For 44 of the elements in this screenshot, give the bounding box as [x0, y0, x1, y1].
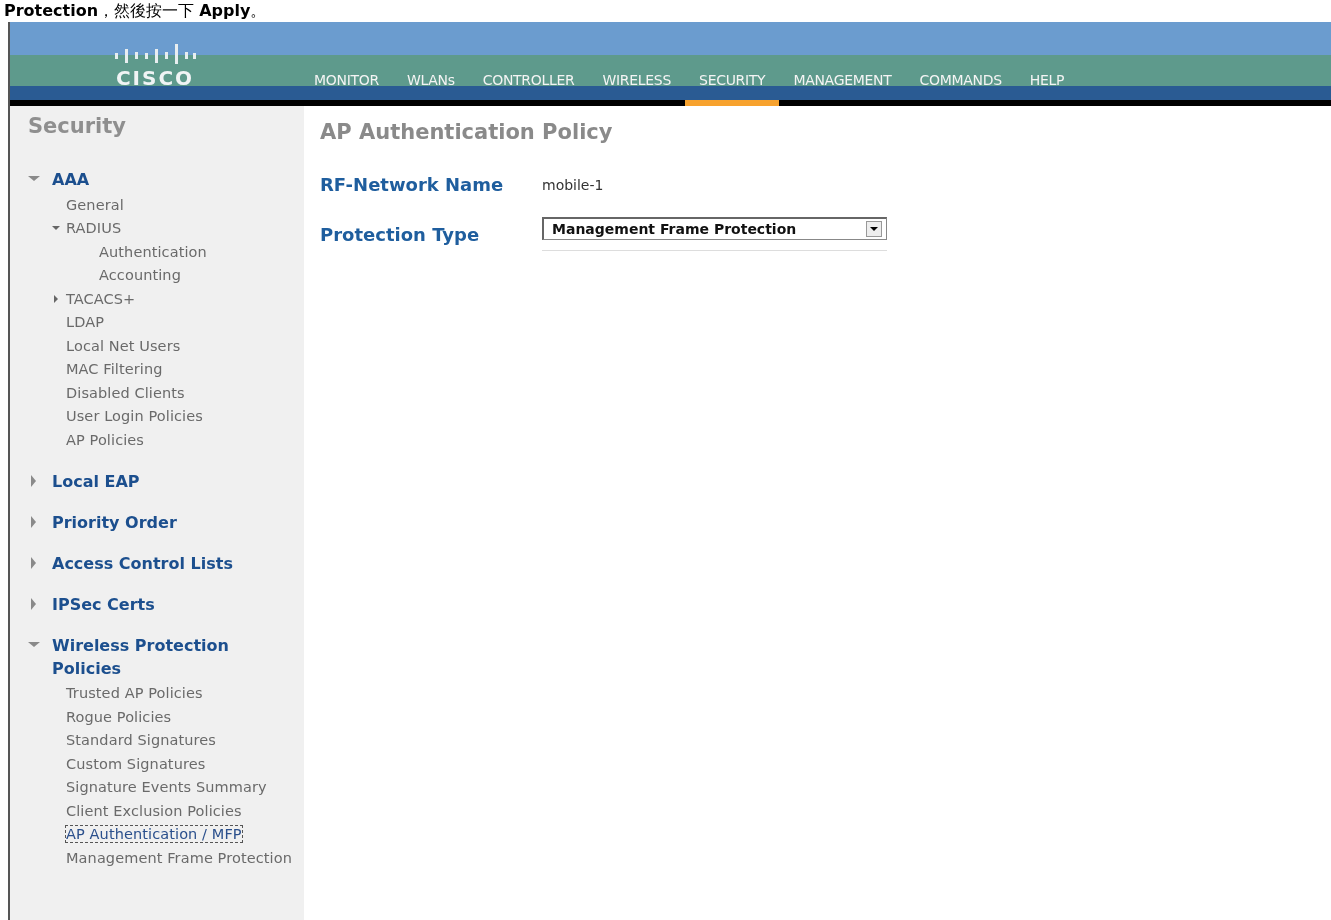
menu-tab[interactable]: SECURITY — [685, 72, 780, 106]
menu-tab[interactable]: WIRELESS — [588, 72, 686, 106]
sidebar-link[interactable]: Accounting — [99, 267, 181, 284]
sidebar-link[interactable]: Trusted AP Policies — [66, 685, 203, 702]
sidebar-link[interactable]: RADIUS — [66, 220, 122, 237]
protection-type-dropdown[interactable]: Management Frame Protection — [542, 217, 887, 240]
sidebar-link[interactable]: General — [66, 196, 124, 213]
sidebar-title: Security — [28, 114, 128, 138]
sidebar-section[interactable]: Access Control Lists — [52, 551, 233, 575]
caption-text: Protection，然後按一下 Apply。 — [4, 1, 267, 20]
sidebar-link[interactable]: LDAP — [66, 314, 105, 331]
sidebar-link[interactable]: Signature Events Summary — [66, 779, 267, 796]
sidebar-link[interactable]: Custom Signatures — [66, 755, 206, 772]
sidebar-link[interactable]: AP Policies — [66, 431, 144, 448]
menu-tab[interactable]: WLANs — [392, 72, 469, 106]
sidebar-link[interactable]: AP Authentication / MFP — [66, 826, 242, 843]
menu-tab[interactable]: MANAGEMENT — [779, 72, 906, 106]
sidebar-link[interactable]: Standard Signatures — [66, 732, 216, 749]
sidebar-link[interactable]: Management Frame Protection — [66, 849, 292, 866]
sidebar-section[interactable]: AAA — [52, 168, 90, 191]
menu-tab[interactable]: HELP — [1015, 72, 1079, 106]
sidebar-section[interactable]: IPSec Certs — [52, 592, 155, 616]
sidebar-link[interactable]: Local Net Users — [66, 337, 181, 354]
sidebar-link[interactable]: Client Exclusion Policies — [66, 802, 242, 819]
sidebar-section[interactable]: Priority Order — [52, 510, 177, 534]
menu-tab[interactable]: CONTROLLER — [468, 72, 589, 106]
sidebar-link[interactable]: User Login Policies — [66, 408, 203, 425]
cisco-logo: CISCO — [10, 44, 300, 106]
bars-icon — [113, 44, 197, 64]
sidebar-link[interactable]: Rogue Policies — [66, 708, 172, 725]
expanded-triangle-icon[interactable] — [52, 224, 60, 233]
field-value: mobile-1 — [542, 177, 604, 193]
collapsed-triangle-icon[interactable] — [52, 294, 60, 303]
sidebar-section[interactable]: Wireless Protection Policies — [52, 633, 272, 680]
page-title: AP Authentication Policy — [320, 120, 614, 144]
sidebar-link[interactable]: MAC Filtering — [66, 361, 163, 378]
sidebar-section[interactable]: Local EAP — [52, 469, 140, 493]
sidebar-link[interactable]: Authentication — [99, 243, 207, 260]
field-label: Protection Type — [320, 223, 480, 245]
sidebar-link[interactable]: TACACS+ — [66, 290, 136, 307]
sidebar-link[interactable]: Disabled Clients — [66, 384, 185, 401]
menu-tab[interactable]: COMMANDS — [905, 72, 1016, 106]
menu-tab[interactable]: MONITOR — [300, 72, 393, 106]
field-label: RF-Network Name — [320, 174, 504, 195]
